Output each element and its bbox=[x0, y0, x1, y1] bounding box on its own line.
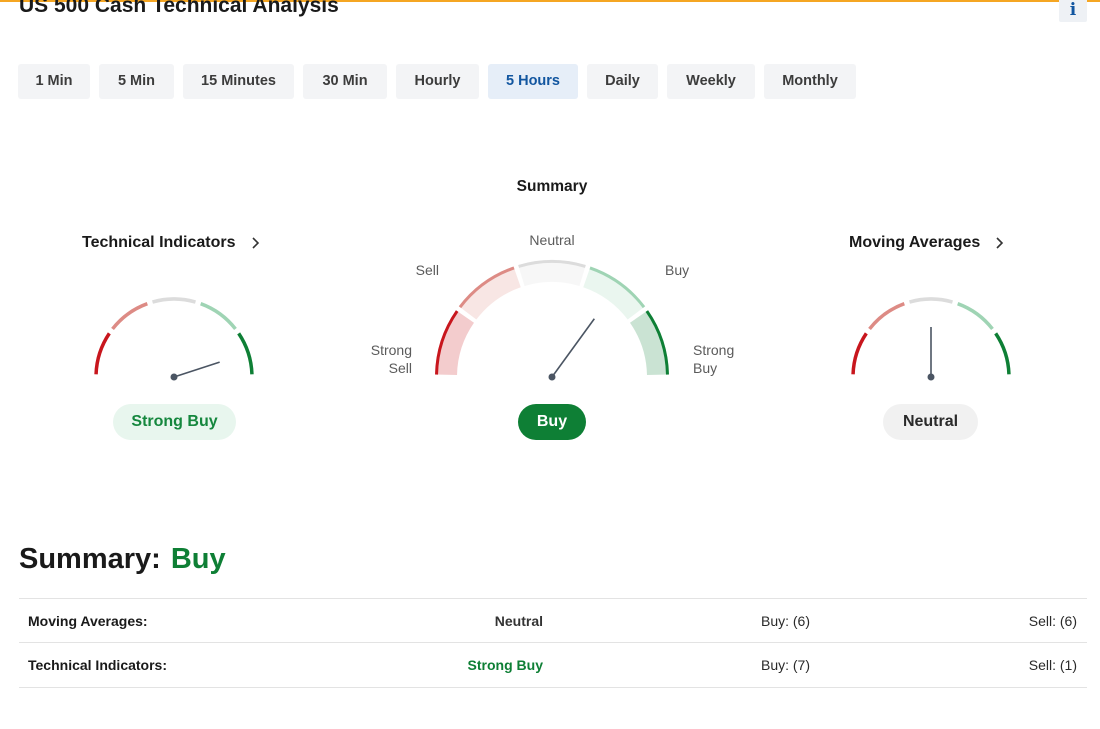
row-sell-moving-averages: Sell: (6) bbox=[1028, 613, 1077, 629]
summary-heading-value: Buy bbox=[170, 543, 226, 575]
gauge-segment-buy bbox=[957, 302, 994, 331]
moving-averages-gauge bbox=[851, 297, 1011, 381]
gauge-needle bbox=[551, 318, 595, 378]
row-label-moving-averages: Moving Averages: bbox=[28, 613, 148, 629]
gauge-segment-neutral bbox=[909, 297, 953, 304]
technical-indicators-gauge bbox=[94, 297, 254, 381]
gauge-label-neutral: Neutral bbox=[529, 232, 575, 248]
gauge-segment-strong-sell bbox=[851, 332, 868, 375]
gauge-segment-strong-sell bbox=[94, 332, 111, 375]
gauge-label-strong-sell: Strong Sell bbox=[370, 342, 412, 376]
chevron-right-icon bbox=[251, 237, 259, 249]
gauge-segment-sell bbox=[111, 302, 148, 331]
gauge-label-strong-buy: Strong Buy bbox=[693, 342, 735, 376]
gauge-band-buy bbox=[582, 266, 646, 320]
gauge-segment-strong-buy bbox=[237, 332, 254, 375]
moving-averages-link[interactable]: Moving Averages bbox=[849, 234, 1008, 252]
gauge-segment-buy bbox=[200, 302, 237, 331]
summary-heading: Summary: Buy bbox=[19, 543, 226, 576]
gauge-pivot bbox=[170, 373, 178, 381]
technical-indicators-title: Technical Indicators bbox=[82, 234, 236, 251]
row-buy-moving-averages: Buy: (6) bbox=[760, 613, 810, 629]
gauge-label-sell: Sell bbox=[415, 262, 439, 278]
row-status-technical-indicators: Strong Buy bbox=[467, 657, 543, 673]
gauge-segment-strong-buy bbox=[994, 332, 1011, 375]
divider bbox=[19, 642, 1087, 643]
summary-status-badge: Buy bbox=[518, 404, 586, 440]
row-status-moving-averages: Neutral bbox=[494, 613, 543, 629]
moving-averages-status-badge: Neutral bbox=[883, 404, 978, 440]
moving-averages-title: Moving Averages bbox=[849, 234, 981, 251]
summary-gauge-title: Summary bbox=[516, 178, 588, 195]
gauge-pivot bbox=[548, 373, 556, 381]
summary-heading-label: Summary: bbox=[19, 543, 161, 575]
divider bbox=[19, 687, 1087, 688]
chevron-right-icon bbox=[996, 237, 1004, 249]
technical-indicators-link[interactable]: Technical Indicators bbox=[82, 234, 264, 252]
summary-gauge bbox=[435, 260, 669, 381]
gauge-segment-sell bbox=[868, 302, 905, 331]
gauge-band-sell bbox=[458, 266, 522, 320]
row-sell-technical-indicators: Sell: (1) bbox=[1028, 657, 1077, 673]
gauge-pivot bbox=[927, 373, 935, 381]
divider bbox=[19, 598, 1087, 599]
gauge-label-buy: Buy bbox=[665, 262, 690, 278]
row-buy-technical-indicators: Buy: (7) bbox=[760, 657, 810, 673]
technical-indicators-status-badge: Strong Buy bbox=[113, 404, 236, 440]
gauge-needle bbox=[173, 361, 220, 378]
row-label-technical-indicators: Technical Indicators: bbox=[28, 657, 167, 673]
gauge-band-neutral bbox=[518, 260, 586, 287]
gauge-segment-neutral bbox=[152, 297, 196, 304]
